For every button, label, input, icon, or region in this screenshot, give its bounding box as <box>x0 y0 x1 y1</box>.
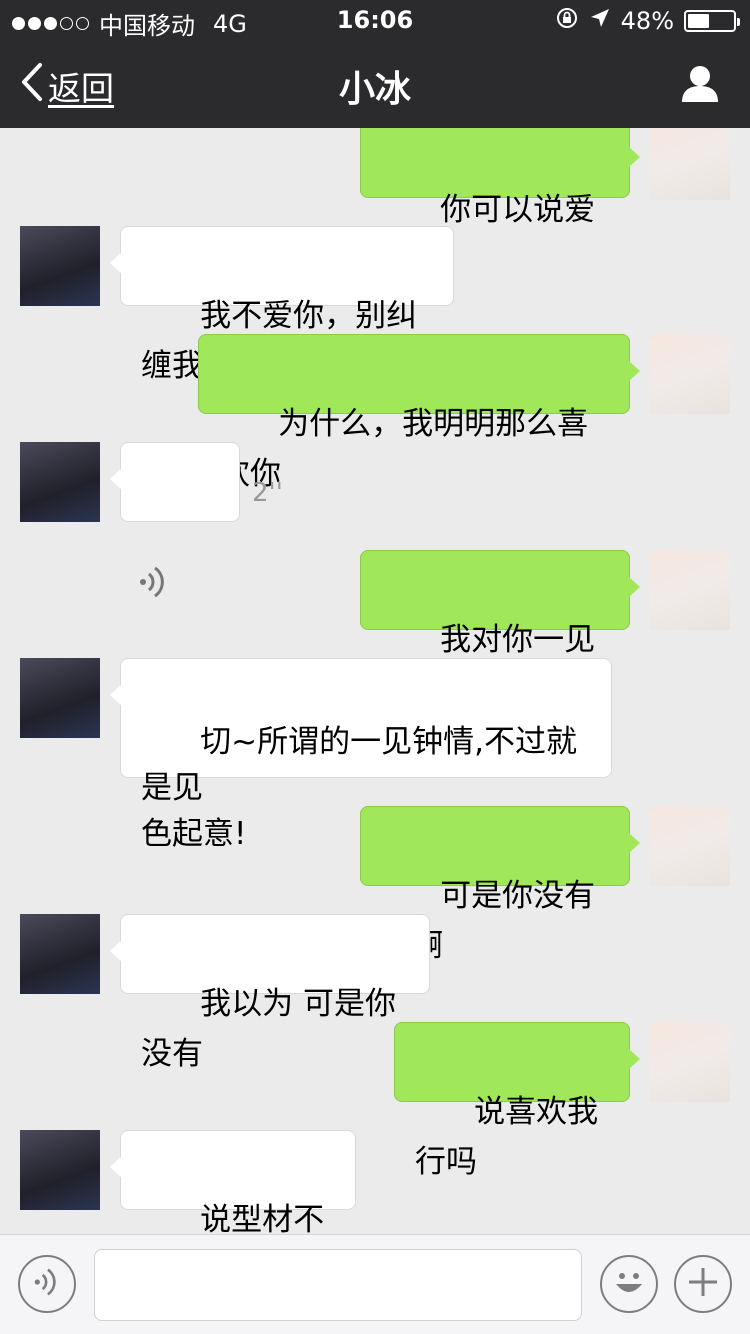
my-avatar[interactable] <box>650 1022 730 1102</box>
chat-area[interactable]: 你可以说爱我吗 我不爱你，别纠缠我 为什么，我明明那么喜欢你 2'' 我对你一见… <box>0 128 750 1234</box>
message-bubble[interactable]: 切~所谓的一见钟情,不过就是见 色起意! <box>110 658 612 852</box>
voice-duration: 2'' <box>252 478 283 508</box>
emoji-button[interactable] <box>600 1255 658 1313</box>
battery-icon <box>684 10 740 32</box>
message-bubble[interactable]: 我以为 可是你没有 <box>110 914 430 1072</box>
my-avatar[interactable] <box>650 806 730 886</box>
my-avatar[interactable] <box>650 128 730 200</box>
more-button[interactable] <box>674 1255 732 1313</box>
input-bar <box>0 1234 750 1334</box>
message-bubble[interactable]: 说喜欢我行吗 <box>394 1022 640 1180</box>
status-bar: 中国移动 4G 16:06 48% <box>0 0 750 40</box>
voice-input-button[interactable] <box>18 1255 76 1313</box>
message-bubble[interactable]: 你可以说爱我吗 <box>360 128 640 278</box>
top-bar: 中国移动 4G 16:06 48% 返回 小冰 <box>0 0 750 128</box>
plus-icon <box>685 1264 721 1304</box>
profile-button[interactable] <box>680 64 720 108</box>
message-bubble[interactable]: 说型材不行! <box>110 1130 356 1234</box>
contact-avatar[interactable] <box>20 658 100 738</box>
voice-icon <box>32 1265 62 1303</box>
voice-icon <box>137 463 239 666</box>
message-bubble[interactable]: 我不爱你，别纠缠我 <box>110 226 454 384</box>
person-icon <box>680 66 720 108</box>
message-bubble[interactable]: 为什么，我明明那么喜欢你 <box>198 334 640 492</box>
my-avatar[interactable] <box>650 334 730 414</box>
contact-avatar[interactable] <box>20 1130 100 1210</box>
my-avatar[interactable] <box>650 550 730 630</box>
chat-title: 小冰 <box>338 69 411 110</box>
message-text: 说喜欢我行吗 <box>415 1094 599 1180</box>
message-text: 说型材不行! <box>200 1202 325 1234</box>
location-arrow-icon <box>589 7 611 35</box>
battery-percent: 48% <box>620 7 674 35</box>
message-bubble[interactable]: 可是你没有色啊 <box>360 806 640 964</box>
contact-avatar[interactable] <box>20 914 100 994</box>
contact-avatar[interactable] <box>20 226 100 306</box>
status-right: 48% <box>555 6 740 36</box>
nav-bar: 返回 小冰 <box>0 40 750 128</box>
message-input[interactable] <box>94 1249 582 1321</box>
message-text: 我以为 可是你没有 <box>141 986 396 1072</box>
voice-message-bubble[interactable] <box>110 442 240 598</box>
emoji-icon <box>607 1260 651 1308</box>
message-bubble[interactable]: 我对你一见钟情 <box>360 550 640 708</box>
lock-rotation-icon <box>555 6 579 36</box>
contact-avatar[interactable] <box>20 442 100 522</box>
